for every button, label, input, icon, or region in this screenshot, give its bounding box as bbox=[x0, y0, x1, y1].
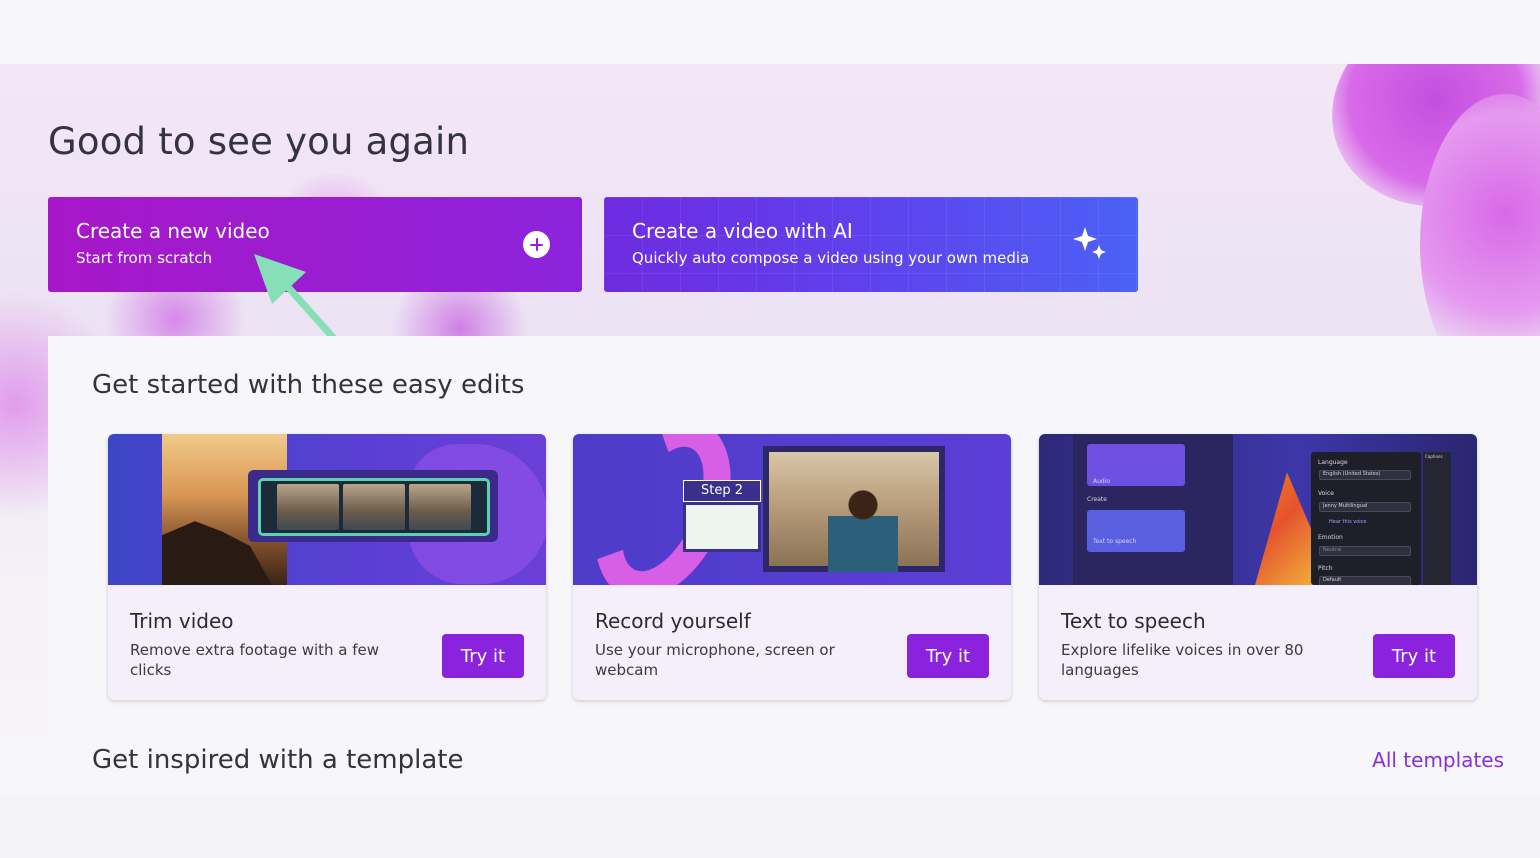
try-record-yourself-button[interactable]: Try it bbox=[907, 634, 989, 678]
bottom-bar bbox=[0, 795, 1540, 858]
thumb-label: Neutral bbox=[1323, 547, 1342, 553]
card-title: Record yourself bbox=[595, 609, 751, 633]
thumb-label: Emotion bbox=[1318, 534, 1343, 541]
thumb-label: Hear this voice bbox=[1329, 519, 1367, 525]
easy-edits-heading: Get started with these easy edits bbox=[92, 370, 525, 400]
thumb-label: Create bbox=[1087, 496, 1107, 503]
record-yourself-thumbnail: Step 2 bbox=[573, 434, 1011, 585]
templates-heading: Get inspired with a template bbox=[92, 745, 464, 775]
trim-video-thumbnail bbox=[108, 434, 546, 585]
sparkle-icon bbox=[1073, 227, 1106, 259]
timeline-clip bbox=[258, 478, 490, 536]
create-ai-video-button[interactable]: Create a video with AI Quickly auto comp… bbox=[604, 197, 1138, 292]
card-title: Text to speech bbox=[1061, 609, 1206, 633]
text-to-speech-thumbnail: Audio Create Text to speech Language Eng… bbox=[1039, 434, 1477, 585]
create-ai-video-subtitle: Quickly auto compose a video using your … bbox=[632, 249, 1030, 267]
step-label: Step 2 bbox=[683, 480, 761, 502]
thumb-label: Default bbox=[1323, 577, 1342, 583]
thumb-label: Language bbox=[1318, 459, 1348, 466]
trim-video-card[interactable]: Trim video Remove extra footage with a f… bbox=[108, 434, 546, 700]
card-description: Explore lifelike voices in over 80 langu… bbox=[1061, 641, 1304, 679]
thumb-label: Text to speech bbox=[1093, 538, 1137, 545]
card-description: Remove extra footage with a few clicks bbox=[130, 641, 380, 679]
page-title: Good to see you again bbox=[48, 120, 470, 163]
thumb-label: English (United States) bbox=[1323, 471, 1381, 477]
record-yourself-card[interactable]: Step 2 Record yourself Use your micropho… bbox=[573, 434, 1011, 700]
thumb-label: Pitch bbox=[1318, 565, 1333, 572]
card-description: Use your microphone, screen or webcam bbox=[595, 641, 835, 679]
thumb-label: Captions bbox=[1425, 454, 1443, 459]
thumb-label: Audio bbox=[1093, 478, 1111, 485]
card-title: Trim video bbox=[130, 609, 234, 633]
create-ai-video-title: Create a video with AI bbox=[632, 219, 853, 243]
thumb-label: Jenny Multilingual bbox=[1323, 503, 1368, 509]
top-bar bbox=[0, 0, 1540, 64]
text-to-speech-card[interactable]: Audio Create Text to speech Language Eng… bbox=[1039, 434, 1477, 700]
create-new-video-title: Create a new video bbox=[76, 219, 270, 243]
create-new-video-subtitle: Start from scratch bbox=[76, 249, 213, 267]
all-templates-link[interactable]: All templates bbox=[1372, 748, 1504, 772]
try-text-to-speech-button[interactable]: Try it bbox=[1373, 634, 1455, 678]
plus-circle-icon bbox=[523, 231, 550, 258]
try-trim-video-button[interactable]: Try it bbox=[442, 634, 524, 678]
thumb-label: Voice bbox=[1318, 490, 1334, 497]
